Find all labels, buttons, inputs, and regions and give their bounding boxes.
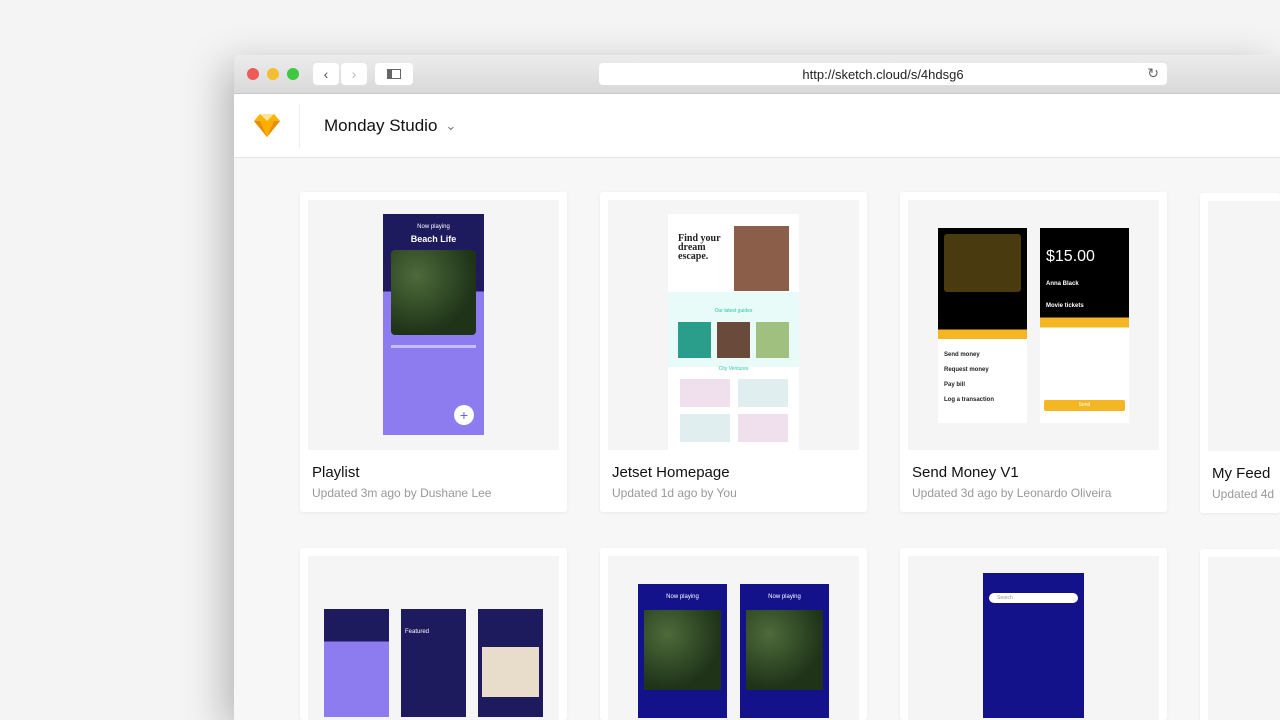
browser-titlebar: ‹ › http://sketch.cloud/s/4hdsg6 ↻	[234, 55, 1280, 94]
document-meta: Updated 1d ago by You	[612, 486, 737, 500]
preview-action: Send money	[944, 352, 980, 358]
sidebar-icon	[387, 69, 401, 79]
document-title[interactable]: Jetset Homepage	[612, 464, 730, 481]
preview-headline: Find your dream escape.	[678, 233, 721, 262]
preview-label: Search	[989, 593, 1078, 603]
preview-label: Now playing	[666, 594, 699, 600]
chevron-left-icon: ‹	[323, 66, 329, 82]
preview-title: Beach Life	[410, 234, 457, 244]
divider	[299, 104, 300, 148]
preview-action: Pay bill	[944, 382, 966, 388]
team-name: Monday Studio	[324, 116, 438, 135]
document-thumbnail	[1208, 201, 1280, 451]
sketch-logo-icon[interactable]	[254, 113, 280, 137]
preview-recipient: Anna Black	[1046, 281, 1079, 287]
preview-amount: 15.00	[1054, 248, 1095, 265]
preview-label: Featured	[405, 629, 430, 635]
document-meta: Updated 3d ago by Leonardo Oliveira	[912, 486, 1112, 500]
preview-section: Our latest guides	[714, 308, 753, 314]
preview-send: Send	[1044, 400, 1125, 411]
document-card[interactable]: Now playing Now playing	[600, 548, 867, 720]
document-thumbnail: Now playing Beach Life +	[308, 200, 559, 450]
sidebar-toggle-button[interactable]	[375, 63, 413, 85]
preview-section: City Ventures	[718, 366, 749, 372]
phone-preview: Send money Request money Pay bill Log a …	[938, 228, 1027, 423]
document-card[interactable]: Search	[900, 548, 1167, 720]
close-window-button[interactable]	[247, 68, 259, 80]
document-title[interactable]: My Feed	[1212, 465, 1270, 482]
document-meta: Updated 4d	[1212, 487, 1275, 501]
zoom-window-button[interactable]	[287, 68, 299, 80]
document-thumbnail: Now playing Now playing	[608, 556, 859, 720]
preview-action: Log a transaction	[944, 397, 995, 403]
document-thumbnail: Find your dream escape. Our latest guide…	[608, 200, 859, 450]
url-text: http://sketch.cloud/s/4hdsg6	[802, 66, 964, 82]
team-switcher[interactable]: Monday Studio ⌄	[324, 116, 456, 136]
document-meta: Updated 3m ago by Dushane Lee	[312, 486, 492, 500]
address-bar[interactable]: http://sketch.cloud/s/4hdsg6 ↻	[599, 63, 1167, 85]
document-title[interactable]: Send Money V1	[912, 464, 1019, 481]
document-card[interactable]: Featured	[300, 548, 567, 720]
document-card-send-money-v1[interactable]: Send money Request money Pay bill Log a …	[900, 192, 1167, 512]
phone-preview: $15.00 Anna Black Movie tickets Send	[1040, 228, 1129, 423]
document-thumbnail	[1208, 557, 1280, 720]
forward-button[interactable]: ›	[341, 63, 367, 85]
document-card[interactable]	[1200, 549, 1280, 720]
reload-icon[interactable]: ↻	[1147, 65, 1159, 82]
document-thumbnail: Search	[908, 556, 1159, 720]
document-thumbnail: Featured	[308, 556, 559, 720]
preview-reason: Movie tickets	[1046, 303, 1084, 309]
document-thumbnail: Send money Request money Pay bill Log a …	[908, 200, 1159, 450]
document-title[interactable]: Playlist	[312, 464, 360, 481]
document-card-playlist[interactable]: Now playing Beach Life + Playlist Update…	[300, 192, 567, 512]
web-preview: Find your dream escape. Our latest guide…	[668, 214, 799, 450]
minimize-window-button[interactable]	[267, 68, 279, 80]
document-card-jetset-homepage[interactable]: Find your dream escape. Our latest guide…	[600, 192, 867, 512]
preview-action: Request money	[944, 367, 989, 373]
phone-preview: Now playing Beach Life +	[383, 214, 484, 435]
chevron-right-icon: ›	[351, 66, 357, 82]
back-button[interactable]: ‹	[313, 63, 339, 85]
browser-window: ‹ › http://sketch.cloud/s/4hdsg6 ↻ Monday…	[234, 55, 1280, 720]
preview-label: Now playing	[768, 594, 801, 600]
chevron-down-icon: ⌄	[445, 118, 457, 133]
preview-heading: Now playing	[417, 224, 450, 230]
document-card-my-feed[interactable]: My Feed Updated 4d	[1200, 193, 1280, 513]
app-header: Monday Studio ⌄	[234, 94, 1280, 158]
